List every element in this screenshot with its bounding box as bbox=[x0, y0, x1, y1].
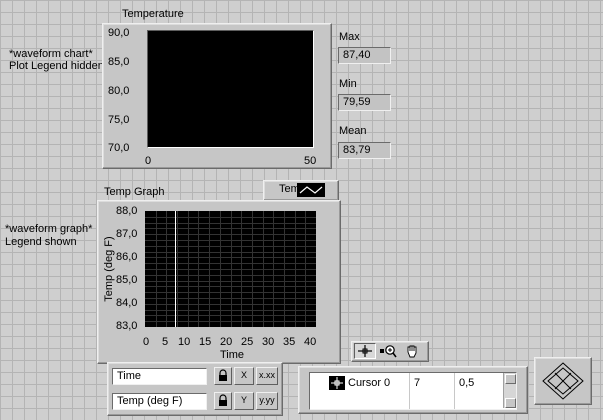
magnifier-icon bbox=[380, 345, 397, 358]
graph-palette bbox=[351, 341, 429, 362]
y-format-button[interactable]: y.yy bbox=[256, 392, 278, 410]
chart-y-tick: 75,0 bbox=[108, 114, 130, 126]
cursor-style-icon[interactable] bbox=[329, 376, 345, 390]
graph-y-tick: 83,0 bbox=[116, 320, 138, 332]
graph-y-tick: 84,0 bbox=[116, 297, 138, 309]
plot-line-icon[interactable] bbox=[297, 183, 325, 197]
graph-x-tick: 5 bbox=[162, 336, 169, 348]
y-autoscale-button[interactable]: Y bbox=[234, 392, 254, 410]
x-autoscale-button[interactable]: X bbox=[234, 367, 254, 385]
max-indicator: 87,40 bbox=[338, 47, 391, 64]
min-indicator: 79,59 bbox=[338, 94, 391, 111]
graph-y-axis-label-container: Temp (deg F) bbox=[102, 211, 116, 331]
cursor-legend: Cursor 0 7 0,5 bbox=[298, 366, 528, 414]
graph-plot-area[interactable] bbox=[145, 211, 316, 327]
graph-y-axis-label: Temp (deg F) bbox=[103, 236, 115, 302]
cursor-movement-control[interactable] bbox=[534, 357, 592, 405]
hand-icon bbox=[407, 345, 417, 358]
chart-x-tick: 0 bbox=[145, 155, 152, 167]
x-format-icon: x.xx bbox=[258, 370, 275, 380]
chart-y-tick: 90,0 bbox=[108, 27, 130, 39]
graph-y-tick: 87,0 bbox=[116, 228, 138, 240]
graph-x-tick: 20 bbox=[220, 336, 233, 348]
graph-x-tick: 10 bbox=[178, 336, 191, 348]
min-label: Min bbox=[339, 78, 357, 90]
cursor-y-value[interactable]: 0,5 bbox=[459, 377, 474, 389]
cursor-name[interactable]: Cursor 0 bbox=[348, 377, 390, 389]
chart-y-tick: 70,0 bbox=[108, 142, 130, 154]
graph-x-tick: 40 bbox=[304, 336, 317, 348]
graph-x-tick: 15 bbox=[199, 336, 212, 348]
cursor-move-tool-button[interactable] bbox=[354, 343, 376, 359]
graph-y-tick: 85,0 bbox=[116, 274, 138, 286]
graph-x-tick: 30 bbox=[262, 336, 275, 348]
mean-label: Mean bbox=[339, 125, 367, 137]
cursor-list-scrollbar[interactable] bbox=[503, 373, 516, 408]
x-autoscale-icon: X bbox=[240, 370, 247, 380]
cursor-list: Cursor 0 7 0,5 bbox=[309, 372, 517, 410]
x-format-button[interactable]: x.xx bbox=[256, 367, 278, 385]
x-scale-lock-button[interactable] bbox=[214, 367, 232, 385]
chart-y-tick: 80,0 bbox=[108, 85, 130, 97]
graph-y-tick: 86,0 bbox=[116, 251, 138, 263]
graph-note-line1: *waveform graph* bbox=[5, 223, 93, 235]
mean-indicator: 83,79 bbox=[338, 142, 391, 159]
y-format-icon: y.yy bbox=[259, 395, 275, 405]
chart-x-tick: 50 bbox=[304, 155, 317, 167]
cursor-x-value[interactable]: 7 bbox=[414, 377, 420, 389]
graph-title: Temp Graph bbox=[104, 186, 165, 198]
chart-plot-area[interactable] bbox=[147, 30, 314, 148]
crosshair-icon bbox=[358, 345, 372, 357]
scroll-up-arrow-icon[interactable] bbox=[505, 374, 516, 384]
y-scale-name-field[interactable]: Temp (deg F) bbox=[112, 393, 207, 410]
scale-legend: Time X x.xx Temp (deg F) Y y.yy bbox=[107, 362, 283, 416]
pan-tool-button[interactable] bbox=[402, 343, 424, 359]
diamond-arrows-icon bbox=[542, 362, 584, 400]
graph-x-tick: 0 bbox=[143, 336, 150, 348]
chart-y-tick: 85,0 bbox=[108, 56, 130, 68]
y-scale-lock-button[interactable] bbox=[214, 392, 232, 410]
chart-note-line1: *waveform chart* bbox=[9, 48, 93, 60]
max-label: Max bbox=[339, 31, 360, 43]
graph-note-line2: Legend shown bbox=[5, 236, 77, 248]
graph-x-tick: 25 bbox=[241, 336, 254, 348]
x-scale-name-field[interactable]: Time bbox=[112, 368, 207, 385]
zoom-tool-button[interactable] bbox=[378, 343, 400, 359]
column-divider bbox=[454, 373, 455, 409]
graph-y-tick: 88,0 bbox=[116, 205, 138, 217]
y-autoscale-icon: Y bbox=[240, 395, 247, 405]
waveform-chart: 90,0 85,0 80,0 75,0 70,0 0 50 bbox=[102, 23, 332, 169]
graph-x-axis-label: Time bbox=[220, 349, 245, 361]
lock-icon bbox=[219, 369, 227, 381]
scroll-down-arrow-icon[interactable] bbox=[505, 398, 516, 408]
chart-title: Temperature bbox=[122, 8, 184, 20]
lock-icon bbox=[219, 394, 227, 406]
waveform-graph: Temp (deg F) 88,0 87,0 86,0 85,0 84,0 83… bbox=[97, 200, 341, 364]
column-divider bbox=[409, 373, 410, 409]
chart-note-line2: Plot Legend hidden bbox=[9, 60, 104, 72]
graph-x-tick: 35 bbox=[283, 336, 296, 348]
plot-legend[interactable]: Temp bbox=[263, 180, 339, 201]
